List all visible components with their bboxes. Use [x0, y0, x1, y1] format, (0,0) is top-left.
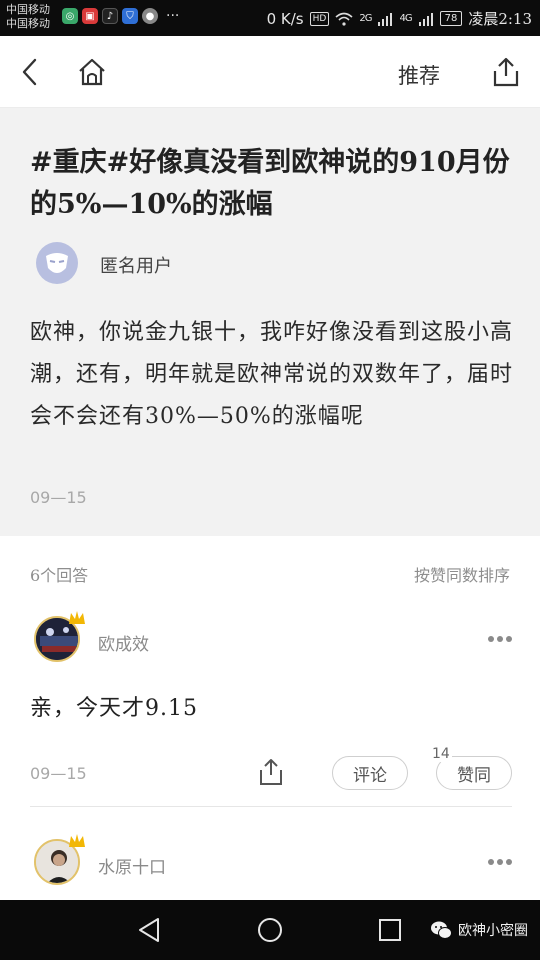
watermark: 欧神小密圈 [430, 920, 528, 940]
home-icon[interactable] [76, 56, 108, 88]
back-chevron-icon[interactable] [16, 56, 44, 88]
signal-4g-label: 4G [399, 13, 412, 24]
question-body: 欧神，你说金九银十，我咋好像没看到这股小高潮，还有，明年就是欧神常说的双数年了，… [30, 320, 514, 429]
answer-count: 6个回答 [30, 566, 89, 585]
answer-author-name-2[interactable]: 水原十口 [98, 853, 166, 878]
signal-bars-icon-2 [418, 12, 433, 26]
more-notifications-icon: ··· [166, 8, 180, 24]
carrier-label-2: 中国移动 [6, 17, 50, 30]
crown-icon-2 [69, 834, 85, 847]
tiktok-icon: ♪ [102, 8, 118, 24]
nav-back-icon[interactable] [136, 916, 162, 944]
battery-icon: 78 [439, 11, 463, 26]
answer-share-icon[interactable] [257, 757, 285, 787]
signal-2g-label: 2G [359, 13, 372, 24]
net-speed: 0 K/s [266, 9, 304, 28]
recommend-button[interactable]: 推荐 [398, 60, 440, 90]
news-app-icon: ▣ [82, 8, 98, 24]
message-icon: ● [142, 8, 158, 24]
nav-home-icon[interactable] [256, 916, 284, 944]
signal-bars-icon [378, 12, 393, 26]
hd-badge: HD [309, 11, 330, 26]
sort-by-likes-button[interactable]: 按赞同数排序 [414, 562, 510, 586]
app-notification-icon: ◎ [62, 8, 78, 24]
clock: 凌晨2:13 [468, 10, 532, 28]
answer-divider [30, 806, 512, 807]
answer-date: 09—15 [30, 764, 87, 783]
more-options-icon[interactable] [487, 635, 513, 643]
notification-icons: ◎ ▣ ♪ ⛉ ● ··· [62, 8, 179, 24]
carrier-label-1: 中国移动 [6, 3, 50, 16]
status-bar: 中国移动 中国移动 ◎ ▣ ♪ ⛉ ● ··· 0 K/s HD 2G 4G 7… [0, 0, 540, 36]
anonymous-avatar[interactable] [36, 242, 78, 284]
comment-button[interactable]: 评论 [332, 756, 408, 790]
answer-author-name[interactable]: 欧成效 [98, 630, 149, 655]
answer-content: 亲，今天才9.15 [30, 696, 198, 721]
more-options-icon-2[interactable] [487, 858, 513, 866]
mask-icon [46, 253, 68, 273]
question-author[interactable]: 匿名用户 [100, 252, 172, 278]
like-count: 14 [430, 746, 452, 762]
wechat-logo-icon [431, 921, 452, 939]
share-icon[interactable] [490, 56, 522, 88]
shield-icon: ⛉ [122, 8, 138, 24]
question-title: #重庆#好像真没看到欧神说的910月份的5%—10%的涨幅 [30, 147, 510, 220]
question-card: #重庆#好像真没看到欧神说的910月份的5%—10%的涨幅 匿名用户 欧神，你说… [0, 108, 540, 536]
status-indicators: 0 K/s HD 2G 4G 78 凌晨2:13 [267, 8, 532, 29]
watermark-text: 欧神小密圈 [458, 923, 528, 939]
top-nav-bar: 推荐 [0, 36, 540, 108]
wifi-icon [335, 12, 353, 26]
question-date: 09—15 [30, 488, 87, 507]
nav-recent-apps-icon[interactable] [378, 918, 402, 942]
crown-icon [69, 611, 85, 624]
system-nav-bar: 欧神小密圈 [0, 900, 540, 960]
